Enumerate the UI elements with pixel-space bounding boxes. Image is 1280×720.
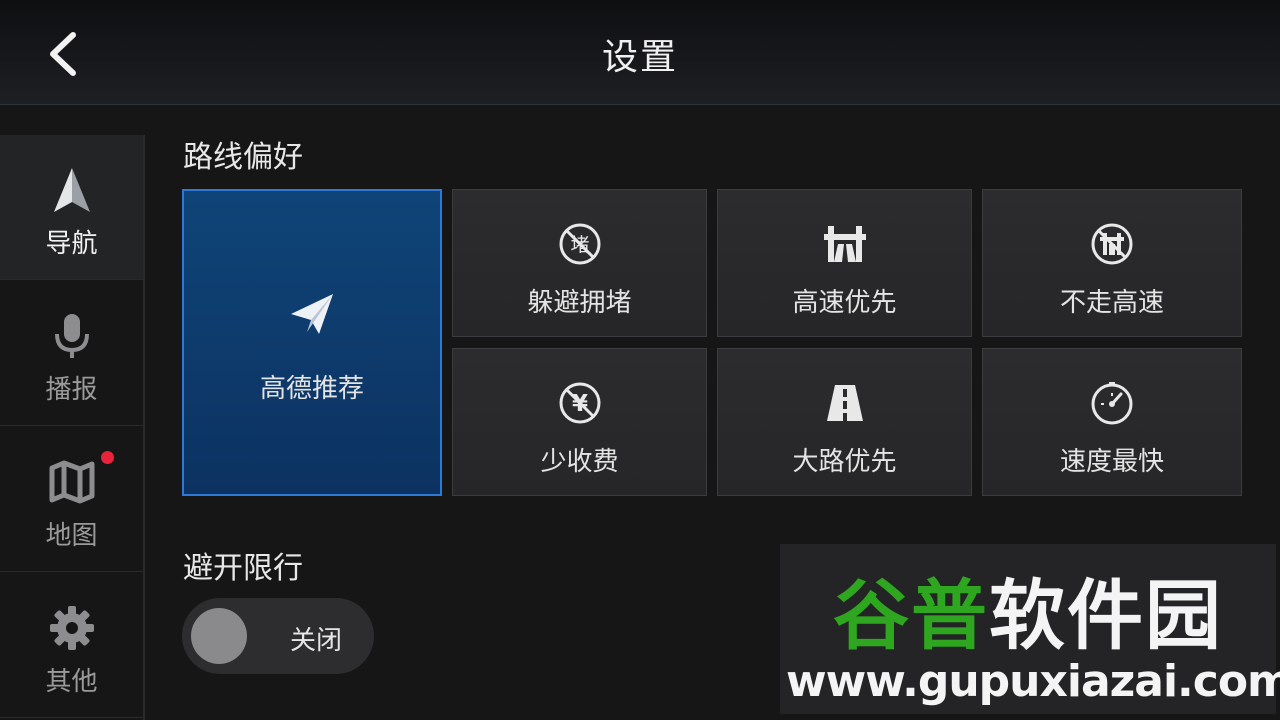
route-option-no-highway[interactable]: 不走高速: [982, 189, 1242, 337]
notification-dot: [101, 451, 114, 464]
watermark-logo: 谷普软件园: [833, 571, 1223, 660]
main-road-icon: [718, 381, 971, 425]
route-option-avoid-congestion[interactable]: 堵 躲避拥堵: [452, 189, 707, 337]
avoid-restriction-title: 避开限行: [183, 551, 303, 586]
sidebar-item-other[interactable]: 其他: [0, 573, 143, 718]
route-option-fastest[interactable]: 速度最快: [982, 348, 1242, 496]
highway-icon: [718, 222, 971, 266]
map-icon: [0, 457, 143, 507]
no-highway-icon: [983, 222, 1241, 266]
route-option-label: 躲避拥堵: [527, 288, 632, 318]
avoid-restriction-toggle[interactable]: 关闭: [182, 598, 374, 674]
no-toll-icon: ¥: [453, 381, 706, 425]
toggle-state-label: 关闭: [290, 626, 343, 656]
sidebar-item-broadcast[interactable]: 播报: [0, 281, 143, 426]
sidebar-item-navigation[interactable]: 导航: [0, 135, 143, 280]
paper-plane-icon: [184, 291, 440, 337]
route-option-less-toll[interactable]: ¥ 少收费: [452, 348, 707, 496]
route-option-label: 高德推荐: [259, 374, 364, 404]
route-option-main-road-first[interactable]: 大路优先: [717, 348, 972, 496]
sidebar-item-map[interactable]: 地图: [0, 427, 143, 572]
avoid-congestion-icon: 堵: [453, 222, 706, 266]
sidebar-item-label: 播报: [45, 375, 98, 405]
toggle-knob: [191, 608, 247, 664]
microphone-icon: [0, 311, 143, 361]
route-preference-title: 路线偏好: [183, 140, 303, 175]
route-option-label: 速度最快: [1059, 447, 1164, 477]
route-option-label: 不走高速: [1059, 288, 1164, 318]
speedometer-icon: [983, 381, 1241, 425]
svg-text:¥: ¥: [571, 391, 587, 417]
route-option-label: 少收费: [540, 447, 619, 477]
navigation-arrow-icon: [0, 165, 143, 215]
top-bar: 设置: [0, 0, 1280, 105]
gear-icon: [0, 603, 143, 653]
sidebar: 导航 播报 地图 其他: [0, 135, 145, 720]
route-option-label: 高速优先: [792, 288, 897, 318]
route-option-label: 大路优先: [792, 447, 897, 477]
sidebar-item-label: 导航: [45, 229, 98, 259]
svg-text:堵: 堵: [570, 234, 589, 256]
route-option-highway-first[interactable]: 高速优先: [717, 189, 972, 337]
watermark-url: www.gupuxiazai.com: [786, 656, 1280, 707]
route-option-amap-recommend[interactable]: 高德推荐: [182, 189, 442, 496]
sidebar-item-label: 地图: [45, 521, 98, 551]
sidebar-item-label: 其他: [45, 667, 98, 697]
page-title: 设置: [601, 37, 678, 78]
watermark: 谷普软件园 www.gupuxiazai.com: [780, 544, 1280, 714]
